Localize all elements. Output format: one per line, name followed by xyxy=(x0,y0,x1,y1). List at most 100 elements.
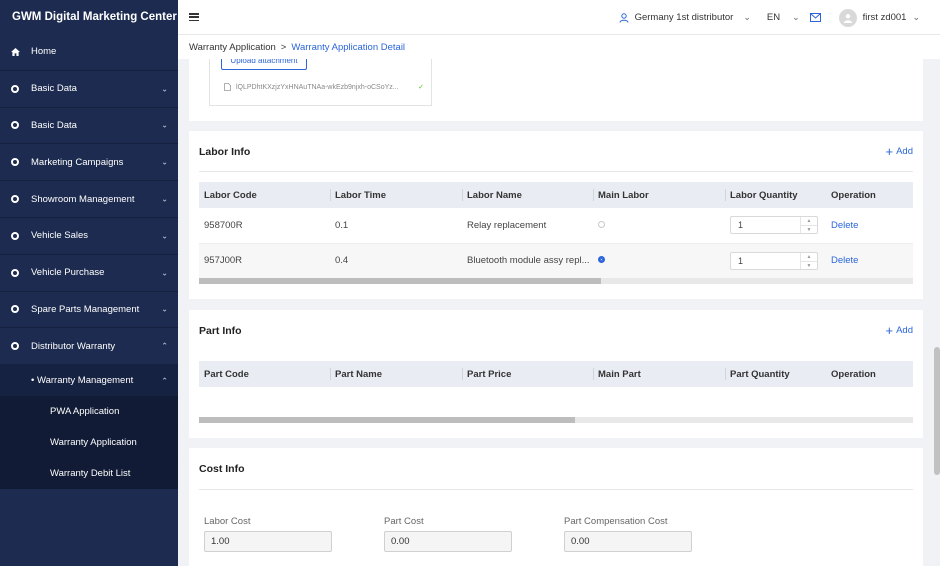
labor-code: 958700R xyxy=(199,208,330,244)
distributor-name: Germany 1st distributor xyxy=(634,12,734,23)
sidebar-item-vehicle-sales[interactable]: Vehicle Sales ⌄ xyxy=(0,217,178,255)
chevron-down-icon: ⌄ xyxy=(161,120,168,130)
sidebar-item-label: Vehicle Sales xyxy=(31,230,89,242)
add-part-button[interactable]: + Add xyxy=(885,322,914,338)
chevron-down-icon: ⌄ xyxy=(161,268,168,278)
sidebar-item-label: Vehicle Purchase xyxy=(31,267,105,279)
column-header: Part Price xyxy=(462,361,593,387)
labor-cost-input[interactable]: 1.00 xyxy=(204,531,332,552)
chevron-up-icon: ⌃ xyxy=(161,341,168,351)
add-label: Add xyxy=(896,325,913,336)
part-cost-field: Part Cost 0.00 xyxy=(384,516,512,552)
labor-code: 957J00R xyxy=(199,243,330,279)
mail-icon xyxy=(809,13,821,22)
menu-toggle-icon[interactable] xyxy=(189,13,199,21)
labor-time: 0.1 xyxy=(330,208,462,244)
operation-cell: Delete xyxy=(826,243,913,279)
column-header: Labor Code xyxy=(199,182,330,208)
sidebar-item-distributor-warranty[interactable]: Distributor Warranty ⌃ xyxy=(0,328,178,366)
main-content: Upload attachment lQLPDhtKXzjzYxHNAuTNAa… xyxy=(178,59,940,566)
column-header: Part Quantity xyxy=(725,361,826,387)
add-labor-button[interactable]: + Add xyxy=(885,143,914,159)
sidebar-item-spare-parts-management[interactable]: Spare Parts Management ⌄ xyxy=(0,291,178,329)
user-menu[interactable]: first zd001 ⌄ xyxy=(838,8,920,27)
sidebar-item-warranty-application[interactable]: Warranty Application xyxy=(0,427,178,459)
user-name: first zd001 xyxy=(862,12,907,23)
circle-icon xyxy=(11,195,19,204)
circle-icon xyxy=(11,305,19,314)
plus-icon: + xyxy=(885,322,894,338)
sidebar: GWM Digital Marketing Center Home Basic … xyxy=(0,0,178,566)
horizontal-scrollbar[interactable] xyxy=(199,417,913,423)
vertical-scrollbar[interactable] xyxy=(934,347,940,475)
delete-link[interactable]: Delete xyxy=(831,255,858,266)
scrollbar-thumb[interactable] xyxy=(199,278,601,284)
cost-info-card: Cost Info Labor Cost 1.00 Part Cost 0.00… xyxy=(189,448,923,566)
main-labor-cell xyxy=(593,208,725,244)
table-header-row: Labor Code Labor Time Labor Name Main La… xyxy=(199,182,913,208)
upload-attachment-button[interactable]: Upload attachment xyxy=(221,59,307,70)
breadcrumb-parent[interactable]: Warranty Application xyxy=(189,42,276,53)
increment-icon[interactable]: ▲ xyxy=(801,253,817,262)
column-header: Labor Name xyxy=(462,182,593,208)
chevron-down-icon: ⌄ xyxy=(161,194,168,204)
scrollbar-thumb[interactable] xyxy=(199,417,575,423)
sidebar-item-warranty-management[interactable]: • Warranty Management ⌃ xyxy=(0,365,178,397)
part-compensation-cost-input[interactable]: 0.00 xyxy=(564,531,692,552)
sidebar-item-label: Marketing Campaigns xyxy=(31,156,124,168)
labor-quantity-cell: 1 ▲ ▼ xyxy=(725,208,826,244)
sidebar-item-label: Basic Data xyxy=(31,119,77,131)
part-cost-input[interactable]: 0.00 xyxy=(384,531,512,552)
sidebar-item-basic-data-2[interactable]: Basic Data ⌄ xyxy=(0,107,178,145)
sidebar-item-marketing-campaigns[interactable]: Marketing Campaigns ⌄ xyxy=(0,144,178,182)
distributor-selector[interactable]: Germany 1st distributor ⌄ xyxy=(619,12,751,23)
main-labor-cell xyxy=(593,243,725,279)
language-selector[interactable]: EN ⌄ xyxy=(767,12,800,23)
circle-icon xyxy=(11,231,19,240)
labor-info-title: Labor Info xyxy=(199,146,251,158)
sidebar-item-vehicle-purchase[interactable]: Vehicle Purchase ⌄ xyxy=(0,254,178,292)
sidebar-item-label: Warranty Application xyxy=(50,436,137,448)
sidebar-item-label: Showroom Management xyxy=(31,193,135,205)
column-header: Main Part xyxy=(593,361,725,387)
top-bar: Germany 1st distributor ⌄ EN ⌄ first zd0… xyxy=(178,0,940,35)
user-icon xyxy=(619,12,629,23)
decrement-icon[interactable]: ▼ xyxy=(801,226,817,234)
home-icon xyxy=(11,47,20,56)
sidebar-item-basic-data[interactable]: Basic Data ⌄ xyxy=(0,70,178,108)
sidebar-item-showroom-management[interactable]: Showroom Management ⌄ xyxy=(0,181,178,218)
breadcrumb-current: Warranty Application Detail xyxy=(291,41,406,53)
attachment-file-name: lQLPDhtKXzjzYxHNAuTNAa-wkEzb9njxh-oCSoYz… xyxy=(236,83,399,91)
quantity-value: 1 xyxy=(738,220,744,231)
attachment-file[interactable]: lQLPDhtKXzjzYxHNAuTNAa-wkEzb9njxh-oCSoYz… xyxy=(224,83,424,91)
increment-icon[interactable]: ▲ xyxy=(801,217,817,227)
sidebar-item-warranty-debit-list[interactable]: Warranty Debit List xyxy=(0,458,178,490)
circle-icon xyxy=(11,84,19,93)
chevron-up-icon: ⌃ xyxy=(161,376,168,386)
column-header: Part Code xyxy=(199,361,330,387)
labor-info-card: Labor Info + Add Labor Code Labor Time L… xyxy=(189,131,923,299)
delete-link[interactable]: Delete xyxy=(831,220,858,231)
quantity-stepper[interactable]: 1 ▲ ▼ xyxy=(730,251,818,270)
sidebar-item-home[interactable]: Home xyxy=(0,34,178,71)
main-labor-radio[interactable] xyxy=(598,256,605,263)
quantity-stepper[interactable]: 1 ▲ ▼ xyxy=(730,216,818,235)
chevron-down-icon: ⌄ xyxy=(161,231,168,241)
main-labor-radio[interactable] xyxy=(598,220,605,228)
part-compensation-cost-label: Part Compensation Cost xyxy=(564,516,668,527)
labor-cost-field: Labor Cost 1.00 xyxy=(204,516,332,552)
breadcrumb-separator: > xyxy=(280,41,287,53)
column-header: Part Name xyxy=(330,361,462,387)
decrement-icon[interactable]: ▼ xyxy=(801,262,817,270)
part-cost-label: Part Cost xyxy=(384,516,424,527)
horizontal-scrollbar[interactable] xyxy=(199,278,913,284)
add-label: Add xyxy=(896,146,913,157)
part-info-title: Part Info xyxy=(199,325,242,337)
sidebar-item-pwa-application[interactable]: PWA Application xyxy=(0,396,178,428)
table-row: 958700R 0.1 Relay replacement 1 ▲ ▼ Delet… xyxy=(199,208,913,244)
attachment-card: Upload attachment lQLPDhtKXzjzYxHNAuTNAa… xyxy=(189,59,923,121)
sidebar-item-label: • Warranty Management xyxy=(31,375,134,387)
mail-button[interactable] xyxy=(809,13,821,22)
plus-icon: + xyxy=(885,143,894,159)
part-info-card: Part Info + Add Part Code Part Name Part… xyxy=(189,310,923,438)
